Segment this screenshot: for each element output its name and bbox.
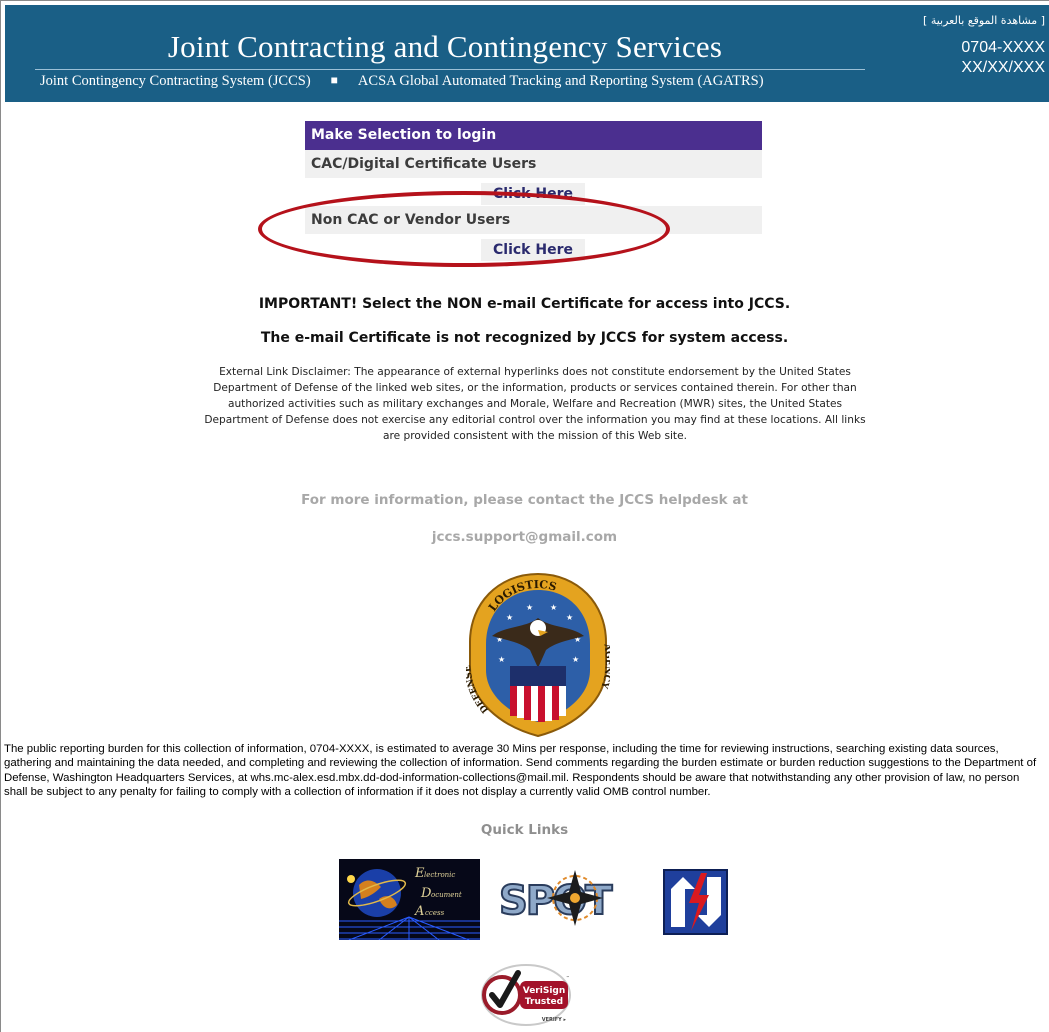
svg-text:★: ★ — [550, 603, 557, 612]
spot-quick-link[interactable]: SPOT — [497, 864, 633, 934]
highlight-annotation-ellipse — [258, 191, 670, 267]
important-notice: IMPORTANT! Select the NON e-mail Certifi… — [258, 296, 791, 312]
svg-text:★: ★ — [526, 603, 533, 612]
header-banner: Joint Contracting and Contingency Servic… — [5, 5, 1049, 102]
svg-text:★: ★ — [498, 655, 505, 664]
svg-text:★: ★ — [572, 655, 579, 664]
header-divider — [35, 69, 865, 70]
jccs-link[interactable]: Joint Contingency Contracting System (JC… — [40, 73, 311, 89]
dla-seal-logo: LOGISTICS DEFENSE AGENCY ★★★★ ★★★★ — [466, 572, 610, 738]
omb-control-number: 0704-XXXX — [961, 39, 1045, 56]
verisign-label: VeriSign — [523, 986, 566, 996]
verisign-seal-link[interactable]: VeriSign Trusted ™ VERIFY ▸ — [480, 961, 572, 1029]
site-title: Joint Contracting and Contingency Servic… — [167, 29, 723, 64]
verisign-trademark: ™ — [566, 975, 570, 980]
login-heading: Make Selection to login — [305, 121, 762, 150]
subtitle-separator: ■ — [330, 73, 338, 87]
omb-info: 0704-XXXX XX/XX/XXX — [961, 38, 1045, 78]
eda-word-access: ccess — [425, 909, 445, 917]
external-link-disclaimer: External Link Disclaimer: The appearance… — [204, 366, 866, 442]
omb-expiration-date: XX/XX/XXX — [961, 59, 1045, 76]
svg-text:★: ★ — [566, 613, 573, 622]
flag-quick-link[interactable] — [663, 869, 728, 935]
eda-letter-a: A — [414, 904, 424, 919]
quick-links-title: Quick Links — [480, 822, 569, 838]
helpdesk-email-link[interactable]: jccs.support@gmail.com — [0, 529, 1049, 545]
cac-users-label: CAC/Digital Certificate Users — [305, 150, 762, 179]
burden-statement: The public reporting burden for this col… — [4, 743, 1037, 798]
header-subtitle: Joint Contingency Contracting System (JC… — [40, 73, 764, 90]
arabic-language-link[interactable]: [ مشاهدة الموقع بالعربية ] — [923, 14, 1045, 27]
agatrs-link[interactable]: ACSA Global Automated Tracking and Repor… — [358, 73, 764, 89]
verisign-verify-label: VERIFY ▸ — [542, 1017, 567, 1023]
eda-word-document: ocument — [431, 891, 462, 899]
svg-text:★: ★ — [506, 613, 513, 622]
eda-word-electronic: lectronic — [424, 871, 455, 879]
verisign-trusted-label: Trusted — [525, 997, 563, 1007]
email-certificate-notice: The e-mail Certificate is not recognized… — [260, 330, 789, 346]
eda-quick-link[interactable]: E lectronic D ocument A ccess — [339, 859, 480, 940]
helpdesk-text: For more information, please contact the… — [301, 492, 748, 508]
